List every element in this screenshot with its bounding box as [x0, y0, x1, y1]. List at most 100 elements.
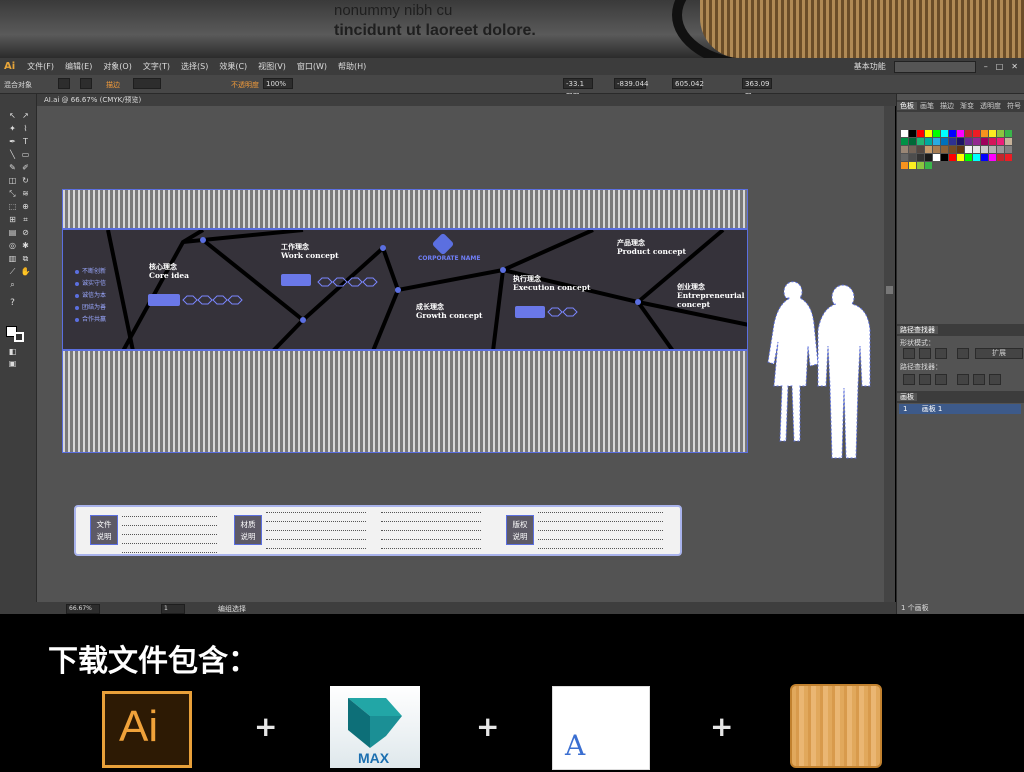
expand-button[interactable]: 扩展 [975, 348, 1023, 359]
tab-pathfinder[interactable]: 路径查找器 [897, 326, 938, 334]
artboard-row[interactable]: 1 画板 1 [899, 404, 1021, 414]
screen-mode-icon[interactable]: ▣ [7, 358, 18, 369]
color-swatch[interactable] [1005, 138, 1012, 145]
color-swatch[interactable] [933, 146, 940, 153]
trim-button[interactable] [919, 374, 931, 385]
color-swatch[interactable] [909, 130, 916, 137]
opacity-label[interactable]: 不透明度 [231, 80, 259, 90]
color-swatch[interactable] [917, 162, 924, 169]
menu-file[interactable]: 文件(F) [27, 61, 54, 72]
color-swatch[interactable] [957, 146, 964, 153]
width-tool-icon[interactable]: ≋ [20, 188, 31, 199]
menu-select[interactable]: 选择(S) [181, 61, 208, 72]
color-swatch[interactable] [901, 146, 908, 153]
color-swatch[interactable] [997, 154, 1004, 161]
menu-edit[interactable]: 编辑(E) [65, 61, 92, 72]
paintbrush-tool-icon[interactable]: ✎ [7, 162, 18, 173]
color-swatch[interactable] [973, 154, 980, 161]
color-swatch[interactable] [909, 146, 916, 153]
color-swatch[interactable] [1005, 130, 1012, 137]
page-select[interactable]: 1 [161, 604, 185, 614]
color-swatch[interactable] [981, 146, 988, 153]
tab-gradient[interactable]: 渐变 [957, 102, 977, 110]
info-strip[interactable]: 文件 说明 材质 说明 版权 说明 [74, 505, 682, 556]
rotate-tool-icon[interactable]: ↻ [20, 175, 31, 186]
tab-swatches[interactable]: 色板 [897, 102, 917, 110]
h-input[interactable]: 363.09 m [742, 78, 772, 99]
search-input[interactable] [893, 60, 976, 73]
shape-builder-tool-icon[interactable]: ⊕ [20, 201, 31, 212]
color-swatch[interactable] [949, 146, 956, 153]
color-swatch[interactable] [909, 138, 916, 145]
perspective-grid-tool-icon[interactable]: ⊞ [7, 214, 18, 225]
color-swatch[interactable] [909, 154, 916, 161]
people-silhouettes[interactable] [762, 274, 880, 462]
pen-tool-icon[interactable]: ✒ [7, 136, 18, 147]
y-input[interactable]: -839.044 [614, 78, 648, 89]
close-icon[interactable]: ✕ [1011, 62, 1018, 71]
vertical-scrollbar[interactable] [884, 106, 895, 602]
color-swatch[interactable] [901, 138, 908, 145]
color-swatch[interactable] [973, 138, 980, 145]
magic-wand-tool-icon[interactable]: ✦ [7, 123, 18, 134]
blend-tool-icon[interactable]: ◎ [7, 240, 18, 251]
gradient-tool-icon[interactable]: ▤ [7, 227, 18, 238]
minus-front-button[interactable] [919, 348, 931, 359]
slice-tool-icon[interactable]: ⟋ [7, 266, 18, 277]
crop-button[interactable] [957, 374, 969, 385]
tab-artboards[interactable]: 画板 [897, 393, 917, 401]
divide-button[interactable] [903, 374, 915, 385]
menu-window[interactable]: 窗口(W) [297, 61, 327, 72]
maximize-icon[interactable]: □ [996, 62, 1004, 71]
mesh-tool-icon[interactable]: ⌗ [20, 214, 31, 225]
outline-button[interactable] [973, 374, 985, 385]
workspace-switcher[interactable]: 基本功能 [854, 61, 886, 72]
color-swatch[interactable] [965, 154, 972, 161]
color-swatch[interactable] [917, 146, 924, 153]
color-swatch[interactable] [949, 130, 956, 137]
color-swatch[interactable] [965, 138, 972, 145]
color-swatch[interactable] [909, 162, 916, 169]
color-swatch[interactable] [973, 146, 980, 153]
zoom-select[interactable]: 66.67% [66, 604, 100, 614]
w-input[interactable]: 605.042 [672, 78, 704, 89]
symbol-sprayer-tool-icon[interactable]: ✱ [20, 240, 31, 251]
color-swatch[interactable] [957, 130, 964, 137]
culture-wall-panel[interactable]: 不断创新 诚实守信 诚信为本 团结为善 合作共赢 核心理念 Core idea … [62, 229, 748, 350]
menu-object[interactable]: 对象(O) [103, 61, 132, 72]
color-swatch[interactable] [957, 138, 964, 145]
vertical-scroll-thumb[interactable] [886, 286, 893, 294]
hand-tool-icon[interactable]: ✋ [20, 266, 31, 277]
eyedropper-tool-icon[interactable]: ⊘ [20, 227, 31, 238]
color-swatch[interactable] [901, 130, 908, 137]
artboard-tool-icon[interactable]: ⧉ [20, 253, 31, 264]
opacity-input[interactable]: 100% [263, 78, 293, 89]
menu-view[interactable]: 视图(V) [258, 61, 286, 72]
menu-type[interactable]: 文字(T) [143, 61, 170, 72]
minimize-icon[interactable]: – [984, 62, 988, 71]
color-swatch[interactable] [965, 146, 972, 153]
color-swatch[interactable] [901, 162, 908, 169]
selection-tool-icon[interactable]: ↖ [7, 110, 18, 121]
color-swatch[interactable] [941, 146, 948, 153]
tab-brushes[interactable]: 画笔 [917, 102, 937, 110]
color-swatch[interactable] [1005, 146, 1012, 153]
unite-button[interactable] [903, 348, 915, 359]
color-swatch[interactable] [925, 130, 932, 137]
exclude-button[interactable] [957, 348, 969, 359]
color-swatch[interactable] [981, 130, 988, 137]
pencil-tool-icon[interactable]: ✐ [20, 162, 31, 173]
fill-swatch[interactable] [58, 78, 70, 89]
striped-panel-bottom[interactable] [62, 350, 748, 453]
stroke-label[interactable]: 描边 [106, 80, 120, 90]
direct-selection-tool-icon[interactable]: ↗ [20, 110, 31, 121]
color-swatch[interactable] [933, 138, 940, 145]
color-swatch[interactable] [917, 130, 924, 137]
menu-effect[interactable]: 效果(C) [219, 61, 247, 72]
color-swatch[interactable] [957, 154, 964, 161]
intersect-button[interactable] [935, 348, 947, 359]
color-swatch[interactable] [981, 138, 988, 145]
help-icon[interactable]: ? [7, 298, 18, 309]
scale-tool-icon[interactable]: ⤡ [7, 188, 18, 199]
merge-button[interactable] [935, 374, 947, 385]
